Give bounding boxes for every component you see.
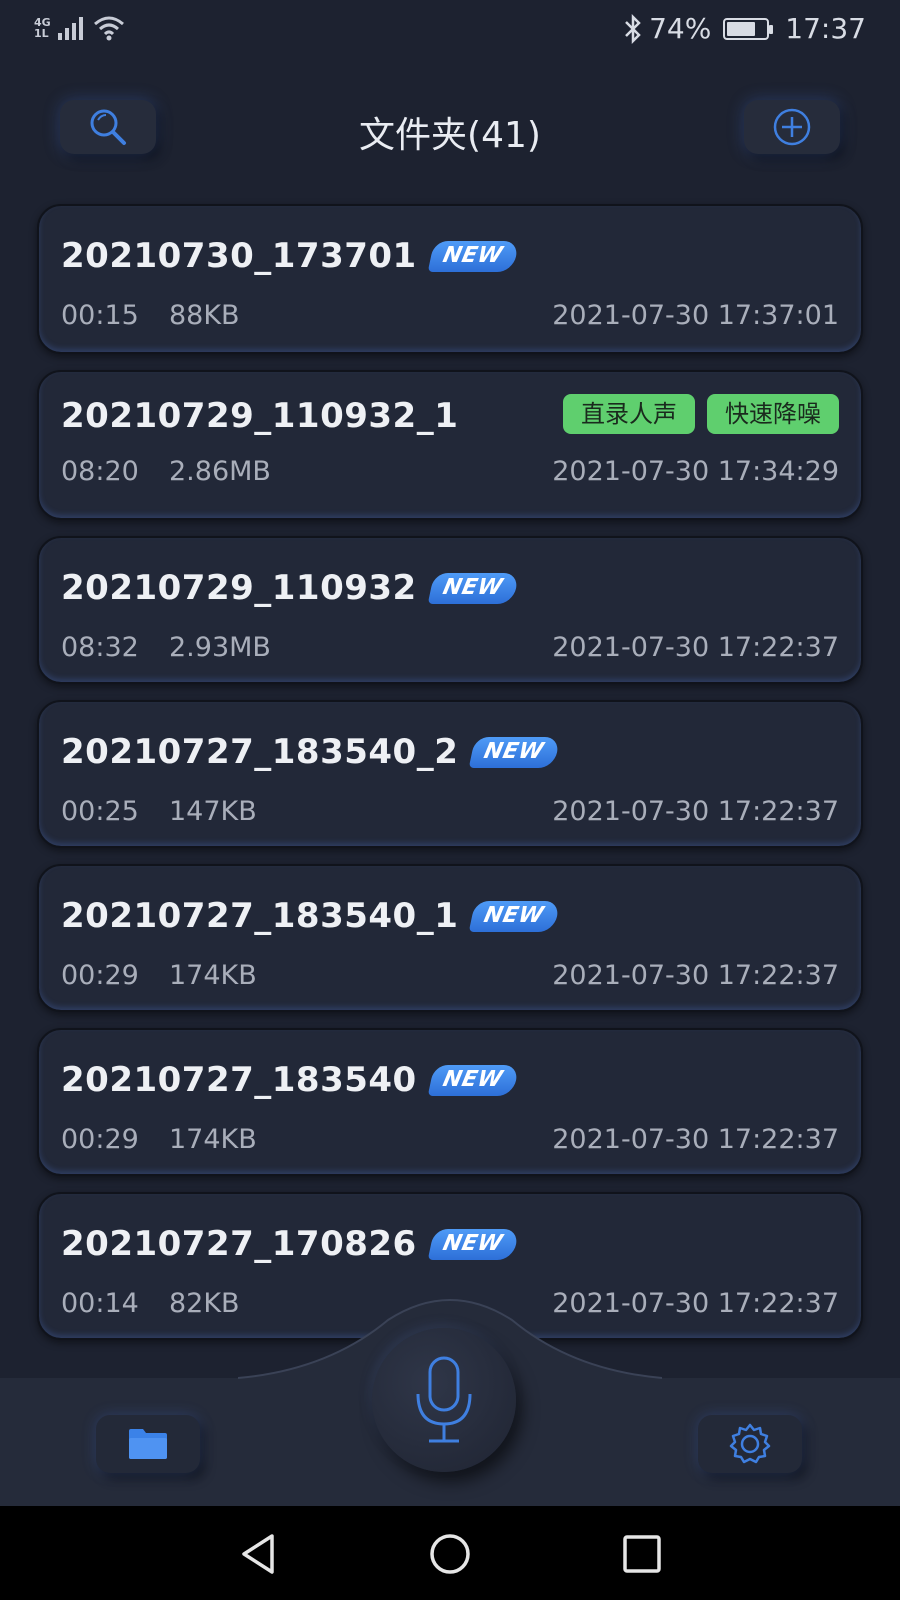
recording-size: 2.86MB bbox=[169, 456, 271, 487]
new-badge: NEW bbox=[427, 1064, 520, 1096]
status-left: 4G 1L bbox=[34, 14, 126, 42]
settings-icon bbox=[729, 1423, 771, 1464]
folder-icon bbox=[129, 1429, 167, 1459]
recording-duration: 08:32 bbox=[61, 632, 139, 663]
battery-percent: 74% bbox=[649, 12, 712, 45]
network-type: 4G 1L bbox=[34, 16, 51, 40]
status-bar: 4G 1L 74% 17:37 bbox=[0, 0, 900, 60]
recording-date: 2021-07-30 17:37:01 bbox=[552, 300, 839, 331]
list-item[interactable]: 20210730_173701 NEW 00:15 88KB 2021-07-3… bbox=[37, 204, 863, 354]
recording-duration: 00:14 bbox=[61, 1288, 139, 1319]
list-item[interactable]: 20210729_110932_1 直录人声 快速降噪 08:20 2.86MB… bbox=[37, 370, 863, 520]
new-badge: NEW bbox=[427, 1228, 520, 1260]
recording-name-row: 20210727_183540 NEW bbox=[61, 1060, 520, 1100]
recording-name-row: 20210729_110932_1 bbox=[61, 396, 458, 436]
list-item[interactable]: 20210727_183540 NEW 00:29 174KB 2021-07-… bbox=[37, 1028, 863, 1176]
record-button[interactable] bbox=[372, 1328, 516, 1472]
tag-vocal: 直录人声 bbox=[563, 394, 695, 434]
battery-icon bbox=[723, 17, 774, 40]
folder-tab-button[interactable] bbox=[96, 1415, 200, 1473]
recents-icon bbox=[623, 1535, 661, 1573]
recording-meta: 00:29 174KB 2021-07-30 17:22:37 bbox=[61, 960, 839, 991]
recording-meta: 08:20 2.86MB 2021-07-30 17:34:29 bbox=[61, 456, 839, 487]
recording-list: 20210730_173701 NEW 00:15 88KB 2021-07-3… bbox=[37, 204, 863, 1356]
microphone-icon bbox=[416, 1356, 472, 1443]
recording-date: 2021-07-30 17:22:37 bbox=[552, 960, 839, 991]
back-button[interactable] bbox=[234, 1530, 282, 1578]
recording-date: 2021-07-30 17:22:37 bbox=[552, 632, 839, 663]
list-item[interactable]: 20210729_110932 NEW 08:32 2.93MB 2021-07… bbox=[37, 536, 863, 684]
signal-icon bbox=[58, 17, 83, 40]
recording-size: 2.93MB bbox=[169, 632, 271, 663]
recording-name-row: 20210727_170826 NEW bbox=[61, 1224, 520, 1264]
settings-tab-button[interactable] bbox=[698, 1415, 802, 1473]
recording-date: 2021-07-30 17:22:37 bbox=[552, 1124, 839, 1155]
list-item[interactable]: 20210727_183540_1 NEW 00:29 174KB 2021-0… bbox=[37, 864, 863, 1012]
tag-denoise: 快速降噪 bbox=[707, 394, 839, 434]
recording-name: 20210729_110932 bbox=[61, 568, 417, 608]
recording-name-row: 20210727_183540_1 NEW bbox=[61, 896, 561, 936]
recording-duration: 00:29 bbox=[61, 960, 139, 991]
recording-name: 20210730_173701 bbox=[61, 236, 417, 276]
recording-meta: 00:15 88KB 2021-07-30 17:37:01 bbox=[61, 300, 839, 331]
list-item[interactable]: 20210727_183540_2 NEW 00:25 147KB 2021-0… bbox=[37, 700, 863, 848]
add-icon bbox=[773, 108, 811, 146]
recording-meta: 08:32 2.93MB 2021-07-30 17:22:37 bbox=[61, 632, 839, 663]
home-icon bbox=[430, 1534, 470, 1574]
recording-size: 82KB bbox=[169, 1288, 240, 1319]
recents-button[interactable] bbox=[618, 1530, 666, 1578]
recording-name: 20210729_110932_1 bbox=[61, 396, 459, 436]
wifi-icon bbox=[94, 16, 124, 41]
battery-fill bbox=[727, 21, 756, 36]
recording-duration: 08:20 bbox=[61, 456, 139, 487]
new-badge: NEW bbox=[469, 900, 561, 932]
back-icon bbox=[242, 1534, 274, 1574]
new-badge: NEW bbox=[427, 240, 520, 272]
recording-duration: 00:29 bbox=[61, 1124, 139, 1155]
recording-size: 174KB bbox=[169, 960, 257, 991]
recording-name: 20210727_183540 bbox=[61, 1060, 417, 1100]
recording-size: 147KB bbox=[169, 796, 257, 827]
recording-name-row: 20210729_110932 NEW bbox=[61, 568, 520, 608]
recording-meta: 00:29 174KB 2021-07-30 17:22:37 bbox=[61, 1124, 839, 1155]
status-right: 74% 17:37 bbox=[623, 12, 866, 45]
header: 文件夹(41) bbox=[0, 92, 900, 172]
recording-size: 88KB bbox=[169, 300, 240, 331]
new-badge: NEW bbox=[427, 572, 520, 604]
recording-name-row: 20210730_173701 NEW bbox=[61, 236, 520, 276]
recording-name: 20210727_170826 bbox=[61, 1224, 417, 1264]
recording-duration: 00:15 bbox=[61, 300, 139, 331]
recording-date: 2021-07-30 17:34:29 bbox=[552, 456, 839, 487]
recording-size: 174KB bbox=[169, 1124, 257, 1155]
recording-tags: 直录人声 快速降噪 bbox=[563, 394, 839, 434]
recording-date: 2021-07-30 17:22:37 bbox=[552, 796, 839, 827]
add-folder-button[interactable] bbox=[744, 100, 840, 154]
recording-duration: 00:25 bbox=[61, 796, 139, 827]
bluetooth-icon bbox=[625, 13, 641, 44]
new-badge: NEW bbox=[469, 736, 561, 768]
home-button[interactable] bbox=[426, 1530, 474, 1578]
clock: 17:37 bbox=[785, 12, 866, 45]
system-nav-bar bbox=[0, 1506, 900, 1600]
recording-name-row: 20210727_183540_2 NEW bbox=[61, 732, 561, 772]
recording-name: 20210727_183540_1 bbox=[61, 896, 459, 936]
recording-meta: 00:25 147KB 2021-07-30 17:22:37 bbox=[61, 796, 839, 827]
recording-name: 20210727_183540_2 bbox=[61, 732, 459, 772]
